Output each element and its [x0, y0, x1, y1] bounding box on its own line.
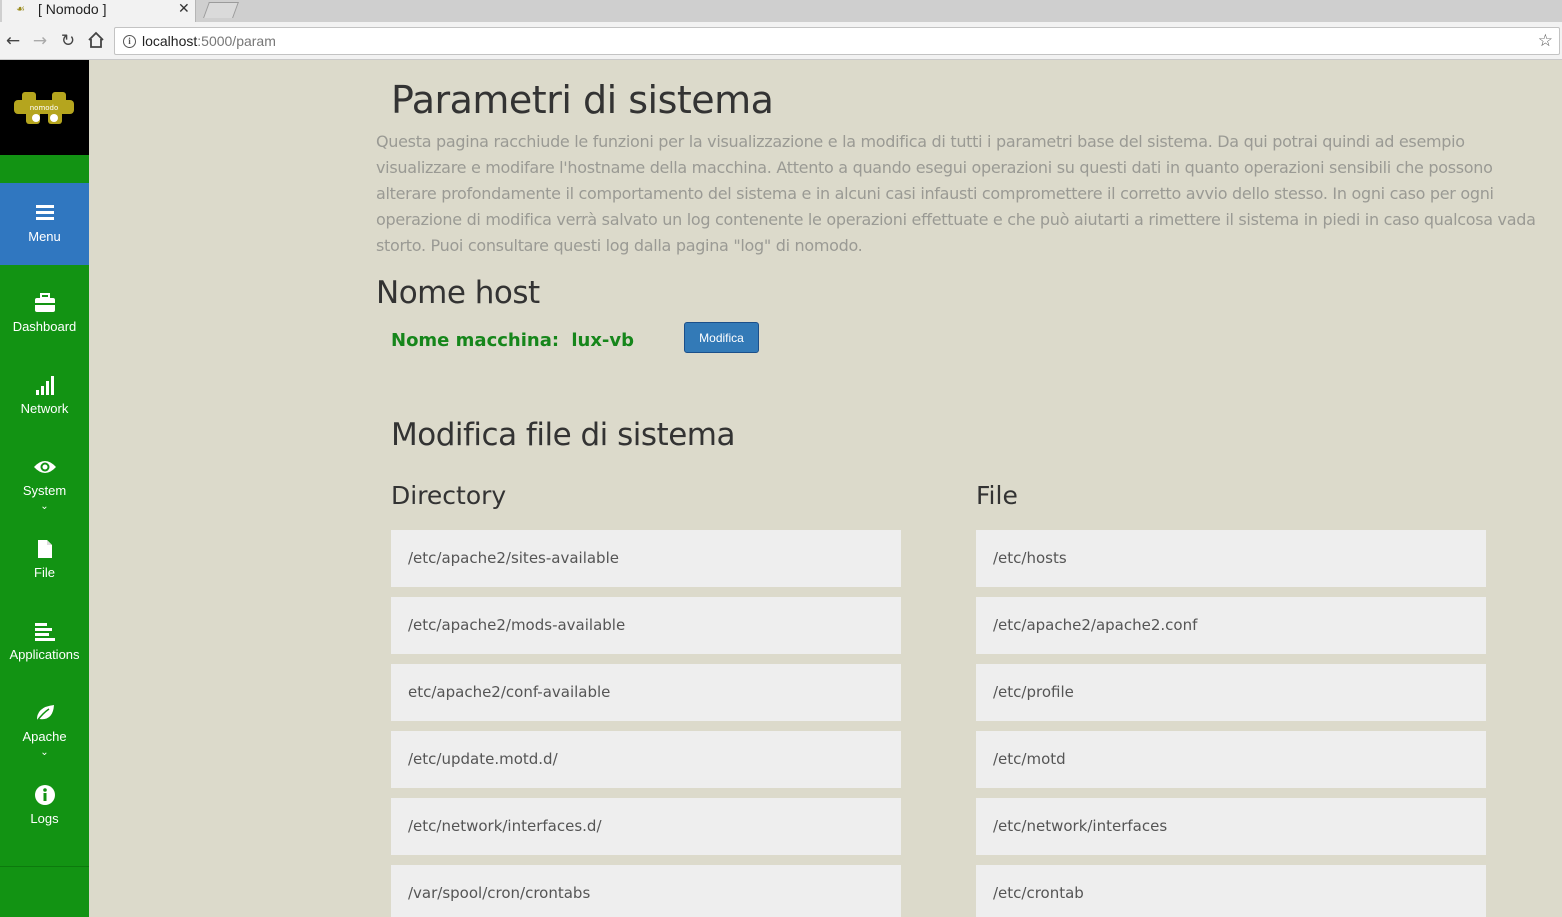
back-arrow-icon[interactable]: ←: [3, 31, 23, 51]
chevron-down-icon: ⌄: [40, 747, 49, 758]
address-bar[interactable]: i localhost:5000/param ☆: [114, 27, 1560, 55]
sidebar-item-label: System: [22, 483, 67, 498]
hostname-row: Nome macchina: lux-vb: [391, 330, 634, 351]
sidebar-item-system[interactable]: System ⌄: [0, 437, 89, 519]
home-icon[interactable]: [86, 31, 106, 51]
sidebar-item-label: File: [34, 565, 55, 580]
sidebar-item-label: Network: [20, 401, 69, 416]
close-tab-icon[interactable]: ✕: [178, 1, 190, 17]
browser-toolbar: ← → ↻ i localhost:5000/param ☆: [0, 22, 1562, 60]
eye-icon: [0, 459, 89, 479]
sidebar-item-label: Applications: [9, 647, 80, 662]
sidebar-item-menu[interactable]: Menu: [0, 183, 89, 265]
hostname-label: Nome macchina:: [391, 330, 560, 351]
sidebar-item-applications[interactable]: Applications: [0, 601, 89, 683]
file-item[interactable]: /etc/apache2/apache2.conf: [976, 597, 1486, 654]
sidebar-item-label: Logs: [30, 811, 59, 826]
nomodo-favicon-icon: ☙: [16, 4, 25, 15]
sidebar-item-label: Dashboard: [12, 319, 77, 334]
sidebar-item-label: Menu: [28, 229, 61, 244]
directory-item[interactable]: /etc/apache2/sites-available: [391, 530, 901, 587]
directory-item[interactable]: /etc/update.motd.d/: [391, 731, 901, 788]
browser-tab-bar: ☙ [ Nomodo ] ✕: [0, 0, 1562, 22]
browser-tab[interactable]: ☙ [ Nomodo ] ✕: [2, 0, 196, 22]
directory-item[interactable]: /etc/apache2/mods-available: [391, 597, 901, 654]
files-section-title: Modifica file di sistema: [391, 417, 735, 453]
sidebar: nomodo Menu Dashboard Network System ⌄ F…: [0, 60, 89, 917]
page-title: Parametri di sistema: [391, 78, 774, 122]
directory-item[interactable]: etc/apache2/conf-available: [391, 664, 901, 721]
briefcase-icon: [0, 293, 89, 317]
align-left-icon: [0, 623, 89, 645]
directory-item[interactable]: /var/spool/cron/crontabs: [391, 865, 901, 917]
sidebar-item-network[interactable]: Network: [0, 355, 89, 437]
reload-icon[interactable]: ↻: [58, 31, 78, 51]
file-item[interactable]: /etc/network/interfaces: [976, 798, 1486, 855]
directory-column-title: Directory: [391, 481, 507, 510]
directory-item[interactable]: /etc/network/interfaces.d/: [391, 798, 901, 855]
url-host: localhost: [142, 33, 198, 49]
svg-text:nomodo: nomodo: [30, 104, 59, 112]
intro-text: Questa pagina racchiude le funzioni per …: [376, 132, 1536, 255]
file-item[interactable]: /etc/crontab: [976, 865, 1486, 917]
sidebar-item-label: Apache: [22, 729, 67, 744]
sidebar-item-dashboard[interactable]: Dashboard: [0, 273, 89, 355]
sidebar-item-apache[interactable]: Apache ⌄: [0, 683, 89, 765]
file-item[interactable]: /etc/motd: [976, 731, 1486, 788]
sidebar-item-logs[interactable]: Logs: [0, 765, 89, 847]
modify-hostname-button[interactable]: Modifica: [684, 322, 759, 353]
file-icon: [0, 539, 89, 563]
nomodo-logo[interactable]: nomodo: [0, 60, 89, 155]
tab-title: [ Nomodo ]: [38, 1, 107, 17]
file-item[interactable]: /etc/profile: [976, 664, 1486, 721]
signal-icon: [0, 375, 89, 399]
forward-arrow-icon[interactable]: →: [30, 31, 50, 51]
info-icon[interactable]: i: [123, 35, 136, 48]
sidebar-item-file[interactable]: File: [0, 519, 89, 601]
info-circle-icon: [0, 785, 89, 809]
bars-icon: [0, 205, 89, 225]
file-column-title: File: [976, 481, 1018, 510]
sidebar-divider: [0, 866, 89, 867]
leaf-icon: [0, 703, 89, 727]
hostname-value: lux-vb: [571, 330, 635, 351]
chevron-down-icon: ⌄: [40, 501, 49, 512]
file-item[interactable]: /etc/hosts: [976, 530, 1486, 587]
new-tab-button[interactable]: [203, 2, 239, 18]
bookmark-star-icon[interactable]: ☆: [1538, 31, 1553, 51]
hostname-section-title: Nome host: [376, 275, 540, 311]
url-path: :5000/param: [197, 33, 276, 49]
